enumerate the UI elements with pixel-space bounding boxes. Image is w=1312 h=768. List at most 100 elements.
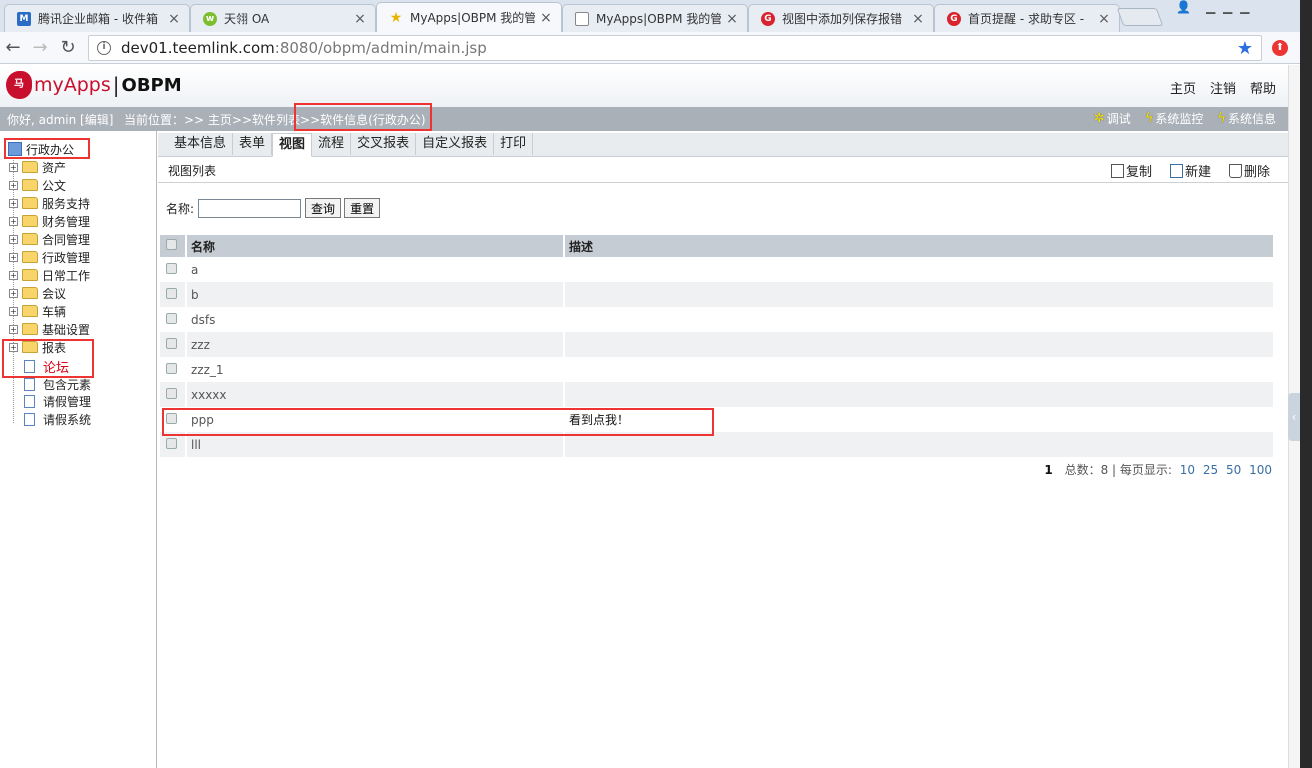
table-row[interactable]: lll [160, 432, 1275, 457]
tree-folder[interactable]: + 资产 [0, 158, 66, 176]
row-name[interactable]: zzz [186, 332, 565, 357]
reset-button[interactable]: 重置 [344, 198, 381, 218]
close-icon[interactable]: × [539, 10, 553, 26]
system-monitor-button[interactable]: ϟ 系统监控 [1145, 110, 1204, 127]
row-checkbox[interactable] [166, 437, 177, 449]
column-header-name[interactable]: 名称 [186, 235, 565, 257]
expand-icon[interactable]: + [9, 180, 18, 190]
page-size-50[interactable]: 50 [1226, 463, 1241, 477]
row-name[interactable]: zzz_1 [186, 357, 565, 382]
tab-form[interactable]: 表单 [233, 133, 273, 155]
tab-view[interactable]: 视图 [272, 133, 313, 157]
debug-button[interactable]: ✲ 调试 [1094, 110, 1131, 127]
tree-doc[interactable]: 请假系统 [0, 410, 91, 428]
row-checkbox[interactable] [166, 362, 177, 374]
system-info-button[interactable]: ϟ 系统信息 [1217, 110, 1276, 127]
nav-logout-link[interactable]: 注销 [1210, 78, 1236, 97]
browser-tab[interactable]: G 视图中添加列保存报错 × [748, 4, 934, 32]
row-checkbox[interactable] [166, 312, 177, 324]
table-row[interactable]: a [160, 257, 1275, 282]
table-row[interactable]: zzz_1 [160, 357, 1275, 382]
page-size-100[interactable]: 100 [1249, 463, 1272, 477]
row-name[interactable]: lll [186, 432, 565, 457]
search-name-input[interactable] [198, 198, 302, 218]
copy-button[interactable]: 复制 [1110, 161, 1152, 180]
tab-basic-info[interactable]: 基本信息 [168, 133, 234, 155]
browser-tab[interactable]: MyApps|OBPM 我的管 × [562, 4, 748, 32]
tree-doc[interactable]: 包含元素 [0, 375, 91, 393]
tree-folder[interactable]: + 合同管理 [0, 230, 90, 248]
expand-icon[interactable]: + [9, 342, 18, 352]
reload-icon[interactable]: ↻ [57, 37, 79, 59]
tree-folder[interactable]: + 基础设置 [0, 320, 90, 338]
bookmark-star-icon[interactable]: ★ [1237, 38, 1253, 59]
expand-icon[interactable]: + [9, 324, 18, 334]
table-row[interactable]: xxxxx [160, 382, 1275, 407]
tree-folder[interactable]: + 日常工作 [0, 266, 90, 284]
expand-icon[interactable]: + [9, 252, 18, 262]
row-checkbox[interactable] [166, 287, 177, 299]
row-checkbox[interactable] [166, 262, 177, 274]
tree-folder[interactable]: + 行政管理 [0, 248, 90, 266]
table-row[interactable]: dsfs [160, 307, 1275, 332]
select-all-checkbox[interactable] [166, 239, 177, 250]
tree-folder[interactable]: + 报表 [0, 338, 66, 356]
delete-button[interactable]: 删除 [1228, 161, 1270, 180]
page-size-25[interactable]: 25 [1203, 463, 1218, 477]
row-name[interactable]: ppp [186, 407, 565, 432]
tab-print[interactable]: 打印 [494, 133, 534, 155]
close-icon[interactable]: × [353, 11, 367, 27]
tree-folder[interactable]: + 财务管理 [0, 212, 90, 230]
browser-tab[interactable]: w 天翎 OA × [190, 4, 376, 32]
expand-icon[interactable]: + [9, 288, 18, 298]
close-icon[interactable]: × [725, 11, 739, 27]
table-row[interactable]: ppp 看到点我！ [160, 407, 1275, 432]
browser-tab[interactable]: G 首页提醒 - 求助专区 - × [934, 4, 1120, 32]
row-name[interactable]: a [186, 257, 565, 282]
row-checkbox[interactable] [166, 387, 177, 399]
close-icon[interactable]: × [1097, 11, 1111, 27]
side-collapse-handle[interactable]: ‹ [1288, 393, 1300, 441]
info-icon[interactable]: i [97, 41, 111, 55]
url-input[interactable]: i dev01.teemlink.com:8080/obpm/admin/mai… [88, 35, 1262, 61]
tab-flow[interactable]: 流程 [312, 133, 352, 155]
tree-folder[interactable]: + 会议 [0, 284, 66, 302]
tree-folder[interactable]: + 公文 [0, 176, 66, 194]
tree-root[interactable]: 行政办公 [0, 140, 74, 158]
close-icon[interactable]: × [911, 11, 925, 27]
row-name[interactable]: dsfs [186, 307, 565, 332]
expand-icon[interactable]: + [9, 198, 18, 208]
page-size-10[interactable]: 10 [1180, 463, 1195, 477]
query-button[interactable]: 查询 [305, 198, 342, 218]
tab-custom-report[interactable]: 自定义报表 [416, 133, 495, 155]
row-name[interactable]: b [186, 282, 565, 307]
expand-icon[interactable]: + [9, 234, 18, 244]
tree-doc[interactable]: 请假管理 [0, 392, 91, 410]
browser-tab[interactable]: M 腾讯企业邮箱 - 收件箱 × [4, 4, 190, 32]
row-checkbox[interactable] [166, 337, 177, 349]
column-header-desc[interactable]: 描述 [564, 235, 1275, 257]
user-icon[interactable]: 👤 [1176, 0, 1191, 20]
greeting[interactable]: 你好, admin [编辑] [7, 111, 113, 128]
new-button[interactable]: 新建 [1169, 161, 1211, 180]
nav-home-link[interactable]: 主页 [1170, 78, 1196, 97]
expand-icon[interactable]: + [9, 306, 18, 316]
extension-icon[interactable]: ⬆ [1272, 40, 1288, 56]
back-arrow-icon[interactable]: ← [2, 37, 24, 59]
tree-doc-forum[interactable]: 论坛 [0, 357, 69, 376]
forward-arrow-icon[interactable]: → [29, 37, 51, 59]
table-row[interactable]: zzz [160, 332, 1275, 357]
table-row[interactable]: b [160, 282, 1275, 307]
tree-folder[interactable]: + 车辆 [0, 302, 66, 320]
close-icon[interactable]: × [167, 11, 181, 27]
expand-icon[interactable]: + [9, 270, 18, 280]
row-name[interactable]: xxxxx [186, 382, 565, 407]
tab-cross-report[interactable]: 交叉报表 [351, 133, 417, 155]
tree-folder[interactable]: + 服务支持 [0, 194, 90, 212]
expand-icon[interactable]: + [9, 162, 18, 172]
row-checkbox[interactable] [166, 412, 177, 424]
new-tab-button[interactable] [1116, 8, 1164, 26]
minimize-icon[interactable]: ▁ ▁ ▁ [1206, 0, 1251, 20]
browser-tab-active[interactable]: ★ MyApps|OBPM 我的管 × [376, 2, 562, 32]
nav-help-link[interactable]: 帮助 [1250, 78, 1276, 97]
